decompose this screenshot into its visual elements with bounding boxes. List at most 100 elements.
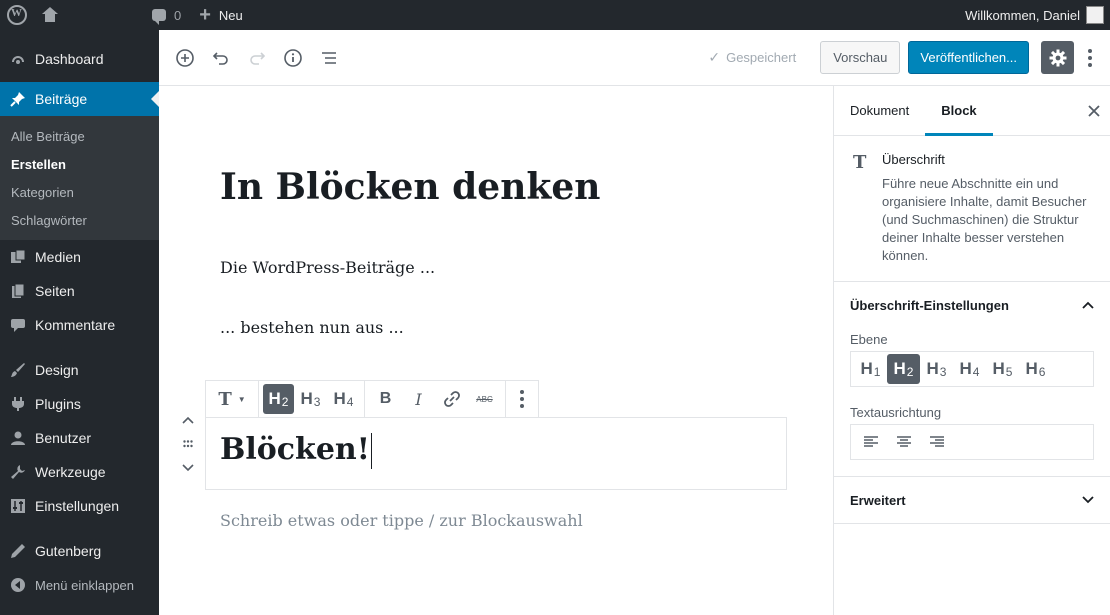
settings-icon — [10, 498, 26, 514]
heading-settings-panel: Überschrift-Einstellungen Ebene H1 H2 H3… — [834, 282, 1110, 477]
undo-button[interactable] — [203, 40, 239, 76]
drag-handle[interactable] — [179, 435, 197, 453]
editor-canvas: In Blöcken denken Die WordPress-Beiträge… — [159, 86, 833, 615]
wordpress-logo-button[interactable] — [0, 0, 27, 30]
sidebar-item-posts[interactable]: Beiträge — [0, 82, 159, 116]
plus-icon: + — [199, 4, 211, 26]
chevron-down-icon — [182, 464, 194, 472]
sidebar-item-tools[interactable]: Werkzeuge — [0, 455, 159, 489]
sidebar-item-plugins[interactable]: Plugins — [0, 387, 159, 421]
advanced-toggle[interactable]: Erweitert — [834, 477, 1110, 523]
info-button[interactable] — [275, 40, 311, 76]
new-label: Neu — [218, 7, 243, 23]
close-icon — [1088, 105, 1100, 117]
sidebar-item-settings[interactable]: Einstellungen — [0, 489, 159, 523]
bold-button[interactable]: B — [369, 384, 402, 414]
align-right-button[interactable] — [920, 427, 953, 457]
heading-level-2-button[interactable]: H2 — [263, 384, 294, 414]
move-down-button[interactable] — [179, 459, 197, 477]
drag-handle-icon — [183, 440, 193, 448]
plus-circle-icon — [176, 48, 194, 67]
strikethrough-icon: ABC — [476, 394, 493, 404]
align-left-icon — [863, 436, 878, 447]
submenu-all-posts[interactable]: Alle Beiträge — [0, 122, 159, 150]
comments-count: 0 — [174, 7, 182, 23]
redo-button[interactable] — [239, 40, 275, 76]
heading-level-3-button[interactable]: H3 — [294, 384, 327, 414]
level-h5-button[interactable]: H5 — [986, 354, 1019, 384]
publish-button[interactable]: Veröffentlichen... — [908, 41, 1029, 74]
block-card: T Überschrift Führe neue Abschnitte ein … — [834, 136, 1110, 282]
heading-block-icon: T — [853, 152, 867, 173]
submenu-categories[interactable]: Kategorien — [0, 178, 159, 206]
sidebar-item-media[interactable]: Medien — [0, 240, 159, 274]
move-up-button[interactable] — [179, 411, 197, 429]
new-content-button[interactable]: + Neu — [199, 0, 243, 30]
settings-toggle-button[interactable] — [1041, 41, 1074, 74]
pages-icon — [10, 283, 26, 299]
pin-icon — [10, 91, 26, 107]
tab-block[interactable]: Block — [925, 86, 993, 136]
block-more-button[interactable] — [510, 384, 534, 414]
close-sidebar-button[interactable] — [1088, 101, 1100, 122]
caret-down-icon: ▼ — [237, 394, 246, 404]
text-align-label: Textausrichtung — [850, 405, 942, 420]
sidebar-item-users[interactable]: Benutzer — [0, 421, 159, 455]
redo-icon — [250, 51, 266, 65]
wrench-icon — [10, 464, 26, 480]
more-dot — [520, 404, 524, 408]
admin-sidebar: Dashboard Beiträge Alle Beiträge Erstell… — [0, 30, 159, 615]
sidebar-tabs: Dokument Block — [834, 86, 1110, 136]
sidebar-item-design[interactable]: Design — [0, 353, 159, 387]
block-navigation-button[interactable] — [311, 40, 347, 76]
submenu-create[interactable]: Erstellen — [0, 150, 159, 178]
level-h2-button[interactable]: H2 — [887, 354, 920, 384]
text-align-selector — [850, 424, 1094, 460]
tab-document[interactable]: Dokument — [834, 86, 925, 136]
italic-button[interactable]: I — [402, 384, 435, 414]
align-left-button[interactable] — [854, 427, 887, 457]
level-h6-button[interactable]: H6 — [1019, 354, 1052, 384]
undo-icon — [212, 51, 228, 65]
preview-button[interactable]: Vorschau — [820, 41, 901, 74]
user-icon — [10, 430, 26, 446]
block-card-title: Überschrift — [882, 152, 945, 167]
brush-icon — [10, 362, 26, 378]
saved-status: ✓ Gespeichert — [708, 49, 797, 65]
level-h1-button[interactable]: H1 — [854, 354, 887, 384]
heading-settings-toggle[interactable]: Überschrift-Einstellungen — [834, 282, 1110, 328]
link-button[interactable] — [435, 384, 468, 414]
editor-header: ✓ Gespeichert Vorschau Veröffentlichen..… — [159, 30, 1110, 86]
collapse-menu-button[interactable]: Menü einklappen — [0, 568, 159, 602]
default-block-appender[interactable]: Schreib etwas oder tippe / zur Blockausw… — [220, 511, 583, 530]
site-home-button[interactable] — [27, 0, 58, 30]
block-transform-button[interactable]: T ▼ — [210, 384, 254, 414]
account-menu[interactable]: Willkommen, Daniel — [965, 0, 1110, 30]
level-h3-button[interactable]: H3 — [920, 354, 953, 384]
dashboard-icon — [10, 51, 26, 67]
more-menu-button[interactable] — [1078, 40, 1102, 76]
strikethrough-button[interactable]: ABC — [468, 384, 501, 414]
text-cursor — [370, 433, 372, 469]
welcome-text: Willkommen, Daniel — [965, 7, 1080, 23]
sidebar-item-pages[interactable]: Seiten — [0, 274, 159, 308]
bold-icon: B — [379, 390, 392, 407]
comments-button[interactable]: 0 — [152, 0, 181, 30]
post-title[interactable]: In Blöcken denken — [220, 166, 600, 208]
paragraph-block[interactable]: Die WordPress-Beiträge ... — [220, 258, 435, 277]
admin-bar: 0 + Neu Willkommen, Daniel — [0, 0, 1110, 30]
wordpress-logo-icon — [7, 5, 27, 25]
align-center-button[interactable] — [887, 427, 920, 457]
sidebar-item-dashboard[interactable]: Dashboard — [0, 42, 159, 76]
sidebar-item-gutenberg[interactable]: Gutenberg — [0, 534, 159, 568]
submenu-tags[interactable]: Schlagwörter — [0, 206, 159, 234]
sidebar-item-comments[interactable]: Kommentare — [0, 308, 159, 342]
posts-submenu: Alle Beiträge Erstellen Kategorien Schla… — [0, 116, 159, 240]
heading-block[interactable]: Blöcken! — [220, 432, 372, 469]
comments-icon — [10, 317, 26, 333]
paragraph-block[interactable]: ... bestehen nun aus ... — [220, 318, 404, 337]
level-h4-button[interactable]: H4 — [953, 354, 986, 384]
heading-level-4-button[interactable]: H4 — [327, 384, 360, 414]
add-block-button[interactable] — [167, 40, 203, 76]
align-center-icon — [896, 436, 911, 447]
